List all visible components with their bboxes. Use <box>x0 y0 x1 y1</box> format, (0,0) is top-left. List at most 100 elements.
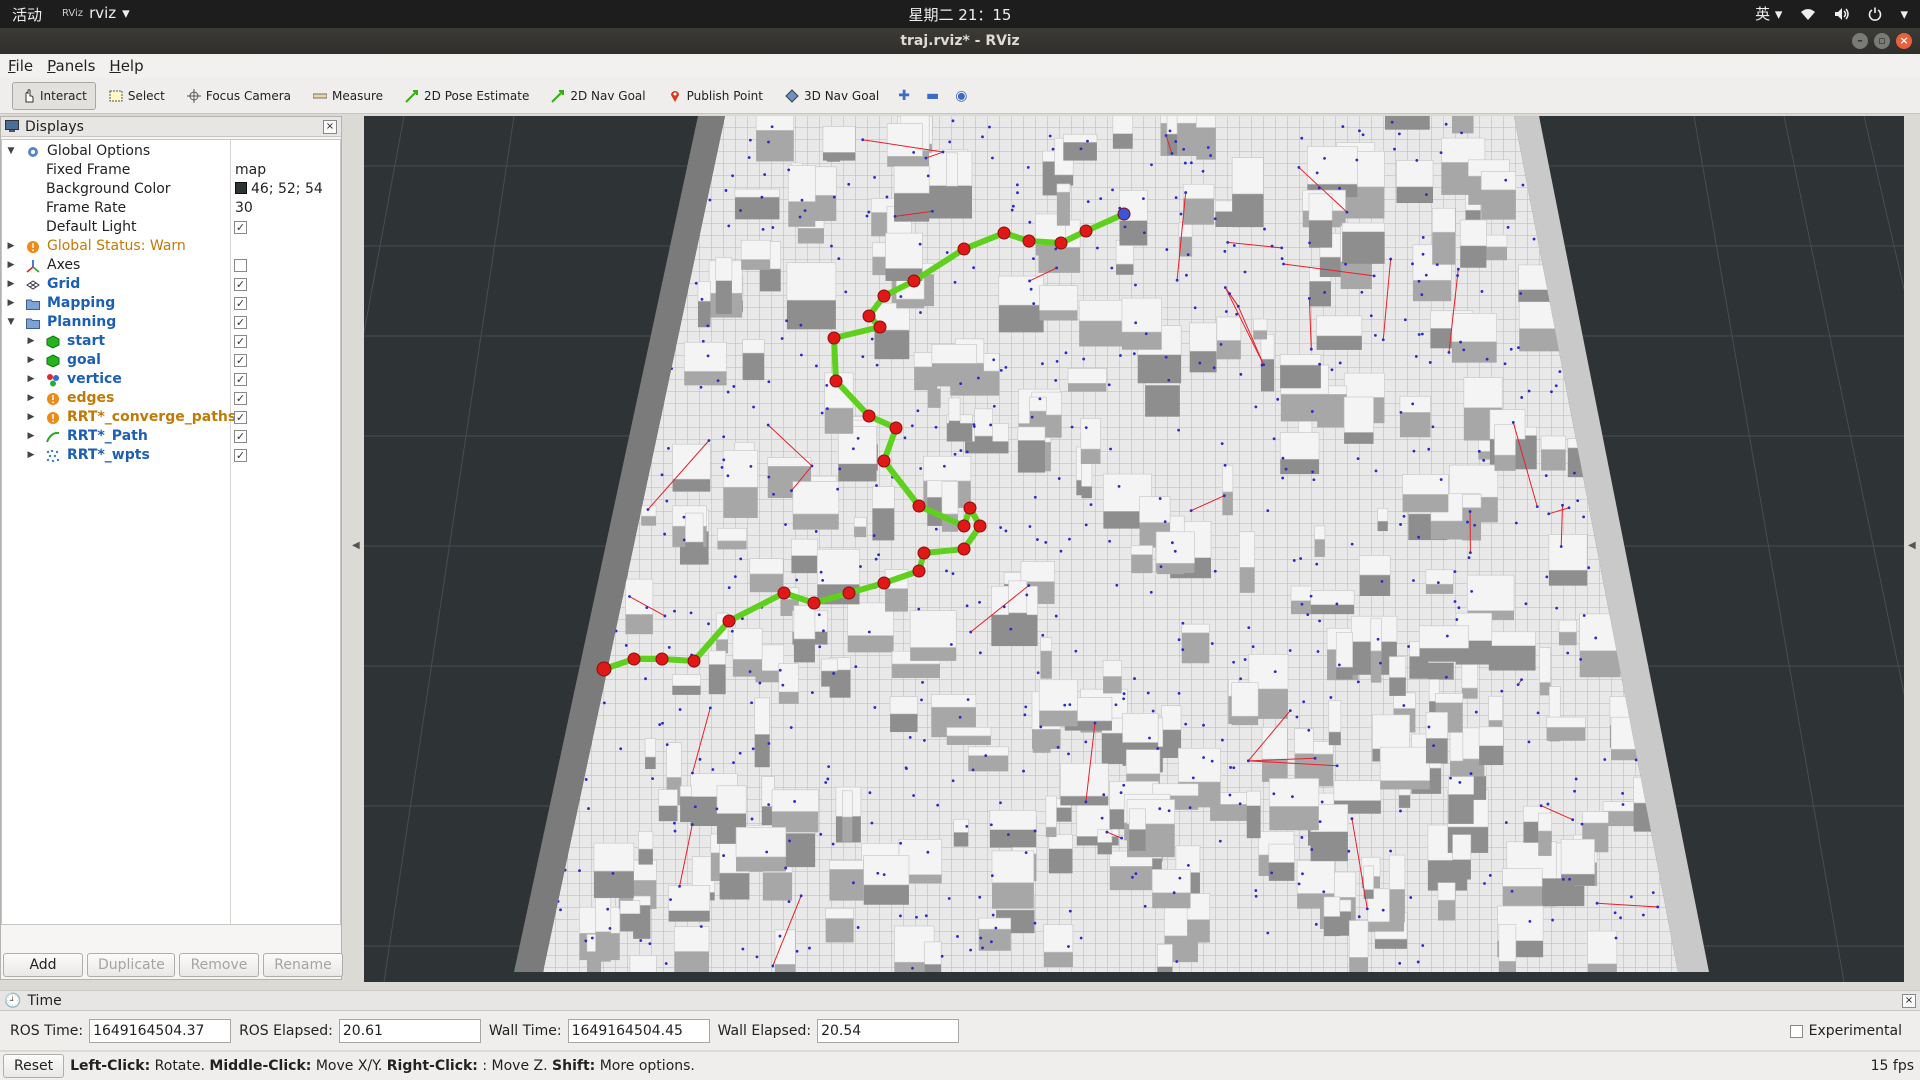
menu-file[interactable]: File <box>8 54 33 78</box>
remove-tool-button[interactable]: ▬ <box>920 84 945 108</box>
experimental-toggle[interactable]: Experimental <box>1789 1023 1902 1039</box>
waypoint-marker <box>957 519 971 533</box>
view-options-button[interactable]: ◉ <box>949 84 973 108</box>
system-tray[interactable]: 英 ▾ ▾ <box>1755 3 1908 24</box>
menu-bar: File Panels Help <box>0 54 1920 78</box>
grid-checkbox[interactable]: ✓ <box>234 278 247 291</box>
tree-row-start[interactable]: ▶ start ✓ <box>2 332 340 351</box>
start-checkbox[interactable]: ✓ <box>234 335 247 348</box>
tree-row-grid[interactable]: ▶ Grid ✓ <box>2 275 340 294</box>
tree-row-planning[interactable]: ▼ Planning ✓ <box>2 313 340 332</box>
ros-time-field[interactable]: 1649164504.37 <box>89 1019 232 1043</box>
axes-checkbox[interactable] <box>234 259 247 272</box>
chevron-down-icon[interactable]: ▾ <box>1900 5 1908 23</box>
tree-row-vertice[interactable]: ▶ vertice ✓ <box>2 370 340 389</box>
ruler-icon <box>313 93 328 98</box>
collapsed-arrow-icon[interactable]: ▶ <box>26 408 36 427</box>
collapsed-arrow-icon[interactable]: ▶ <box>6 256 16 275</box>
goal-checkbox[interactable]: ✓ <box>234 354 247 367</box>
waypoint-marker <box>957 542 971 556</box>
tree-row-edges[interactable]: ▶ edges ✓ <box>2 389 340 408</box>
minimize-button[interactable]: – <box>1852 33 1868 49</box>
window-title-bar[interactable]: traj.rviz* - RViz – ▫ × <box>0 28 1920 54</box>
mapping-checkbox[interactable]: ✓ <box>234 297 247 310</box>
tree-row-mapping[interactable]: ▶ Mapping ✓ <box>2 294 340 313</box>
expanded-arrow-icon[interactable]: ▼ <box>6 142 16 161</box>
collapsed-arrow-icon[interactable]: ▶ <box>6 294 16 313</box>
scene-canvas[interactable] <box>364 116 1904 982</box>
displays-tree[interactable]: ▼ Global Options Fixed Frame map Backgro… <box>1 139 341 925</box>
waypoint-marker <box>1054 236 1068 250</box>
default-light-checkbox[interactable]: ✓ <box>234 221 247 234</box>
tree-row-global-status[interactable]: ▶ Global Status: Warn <box>2 237 340 256</box>
nav-goal-3d-tool-button[interactable]: 3D Nav Goal <box>776 82 888 110</box>
planning-checkbox[interactable]: ✓ <box>234 316 247 329</box>
input-method-indicator[interactable]: 英 ▾ <box>1755 3 1782 24</box>
tree-row-default-light[interactable]: Default Light ✓ <box>2 218 340 237</box>
clock[interactable]: 星期二 21：15 <box>0 4 1920 25</box>
reset-button[interactable]: Reset <box>3 1054 65 1078</box>
publish-point-tool-button[interactable]: Publish Point <box>659 82 772 110</box>
collapsed-arrow-icon[interactable]: ▶ <box>26 427 36 446</box>
collapsed-arrow-icon[interactable]: ▶ <box>26 446 36 465</box>
edges-checkbox[interactable]: ✓ <box>234 392 247 405</box>
tree-row-global-options[interactable]: ▼ Global Options <box>2 142 340 161</box>
collapsed-arrow-icon[interactable]: ▶ <box>26 351 36 370</box>
collapse-right-arrow-icon[interactable]: ◀ <box>1908 540 1916 551</box>
fixed-frame-value[interactable]: map <box>235 161 266 180</box>
wall-elapsed-field[interactable]: 20.54 <box>817 1019 960 1043</box>
tree-row-axes[interactable]: ▶ Axes <box>2 256 340 275</box>
path-checkbox[interactable]: ✓ <box>234 430 247 443</box>
pose-estimate-tool-button[interactable]: 2D Pose Estimate <box>396 82 538 110</box>
tree-row-path[interactable]: ▶ RRT*_Path ✓ <box>2 427 340 446</box>
close-panel-button[interactable]: × <box>1902 993 1916 1008</box>
collapse-left-arrow-icon[interactable]: ◀ <box>352 540 360 551</box>
experimental-checkbox[interactable] <box>1789 1024 1803 1038</box>
time-panel: 🕘 Time × ROS Time: 1649164504.37 ROS Ela… <box>0 990 1920 1050</box>
nav-goal-2d-tool-button[interactable]: 2D Nav Goal <box>542 82 654 110</box>
maximize-button[interactable]: ▫ <box>1874 33 1890 49</box>
close-panel-button[interactable]: × <box>323 119 337 134</box>
select-tool-button[interactable]: Select <box>100 82 174 110</box>
measure-tool-button[interactable]: Measure <box>304 82 392 110</box>
waypoint-marker <box>655 652 669 666</box>
wifi-icon[interactable] <box>1800 7 1816 21</box>
power-icon[interactable] <box>1868 7 1882 21</box>
interact-tool-button[interactable]: Interact <box>12 81 96 110</box>
add-button[interactable]: Add <box>3 953 83 977</box>
background-color-value[interactable]: 46; 52; 54 <box>235 180 323 199</box>
tree-row-goal[interactable]: ▶ goal ✓ <box>2 351 340 370</box>
collapsed-arrow-icon[interactable]: ▶ <box>26 332 36 351</box>
volume-icon[interactable] <box>1834 7 1850 21</box>
wpts-checkbox[interactable]: ✓ <box>234 449 247 462</box>
collapsed-arrow-icon[interactable]: ▶ <box>6 237 16 256</box>
vertice-checkbox[interactable]: ✓ <box>234 373 247 386</box>
remove-button[interactable]: Remove <box>179 953 259 977</box>
tree-row-wpts[interactable]: ▶ RRT*_wpts ✓ <box>2 446 340 465</box>
point-cloud-icon <box>46 449 60 463</box>
time-panel-header: 🕘 Time × <box>0 991 1920 1011</box>
frame-rate-value[interactable]: 30 <box>235 199 253 218</box>
tree-row-converge-paths[interactable]: ▶ RRT*_converge_paths ✓ <box>2 408 340 427</box>
render-3d-view[interactable] <box>364 116 1904 982</box>
tree-row-frame-rate[interactable]: Frame Rate 30 <box>2 199 340 218</box>
expanded-arrow-icon[interactable]: ▼ <box>6 313 16 332</box>
tree-row-background-color[interactable]: Background Color 46; 52; 54 <box>2 180 340 199</box>
status-bar: Reset Left-Click: Rotate. Middle-Click: … <box>0 1052 1920 1080</box>
focus-camera-tool-button[interactable]: Focus Camera <box>178 82 300 110</box>
rename-button[interactable]: Rename <box>263 953 343 977</box>
tree-row-fixed-frame[interactable]: Fixed Frame map <box>2 161 340 180</box>
collapsed-arrow-icon[interactable]: ▶ <box>26 370 36 389</box>
menu-panels[interactable]: Panels <box>47 54 95 78</box>
duplicate-button[interactable]: Duplicate <box>87 953 175 977</box>
collapsed-arrow-icon[interactable]: ▶ <box>26 389 36 408</box>
add-tool-button[interactable]: ✚ <box>892 84 916 108</box>
green-arrow-icon <box>405 89 419 103</box>
waypoint-marker <box>877 289 891 303</box>
collapsed-arrow-icon[interactable]: ▶ <box>6 275 16 294</box>
close-button[interactable]: × <box>1896 33 1912 49</box>
converge-paths-checkbox[interactable]: ✓ <box>234 411 247 424</box>
wall-time-field[interactable]: 1649164504.45 <box>567 1019 710 1043</box>
menu-help[interactable]: Help <box>109 54 143 78</box>
ros-elapsed-field[interactable]: 20.61 <box>338 1019 481 1043</box>
